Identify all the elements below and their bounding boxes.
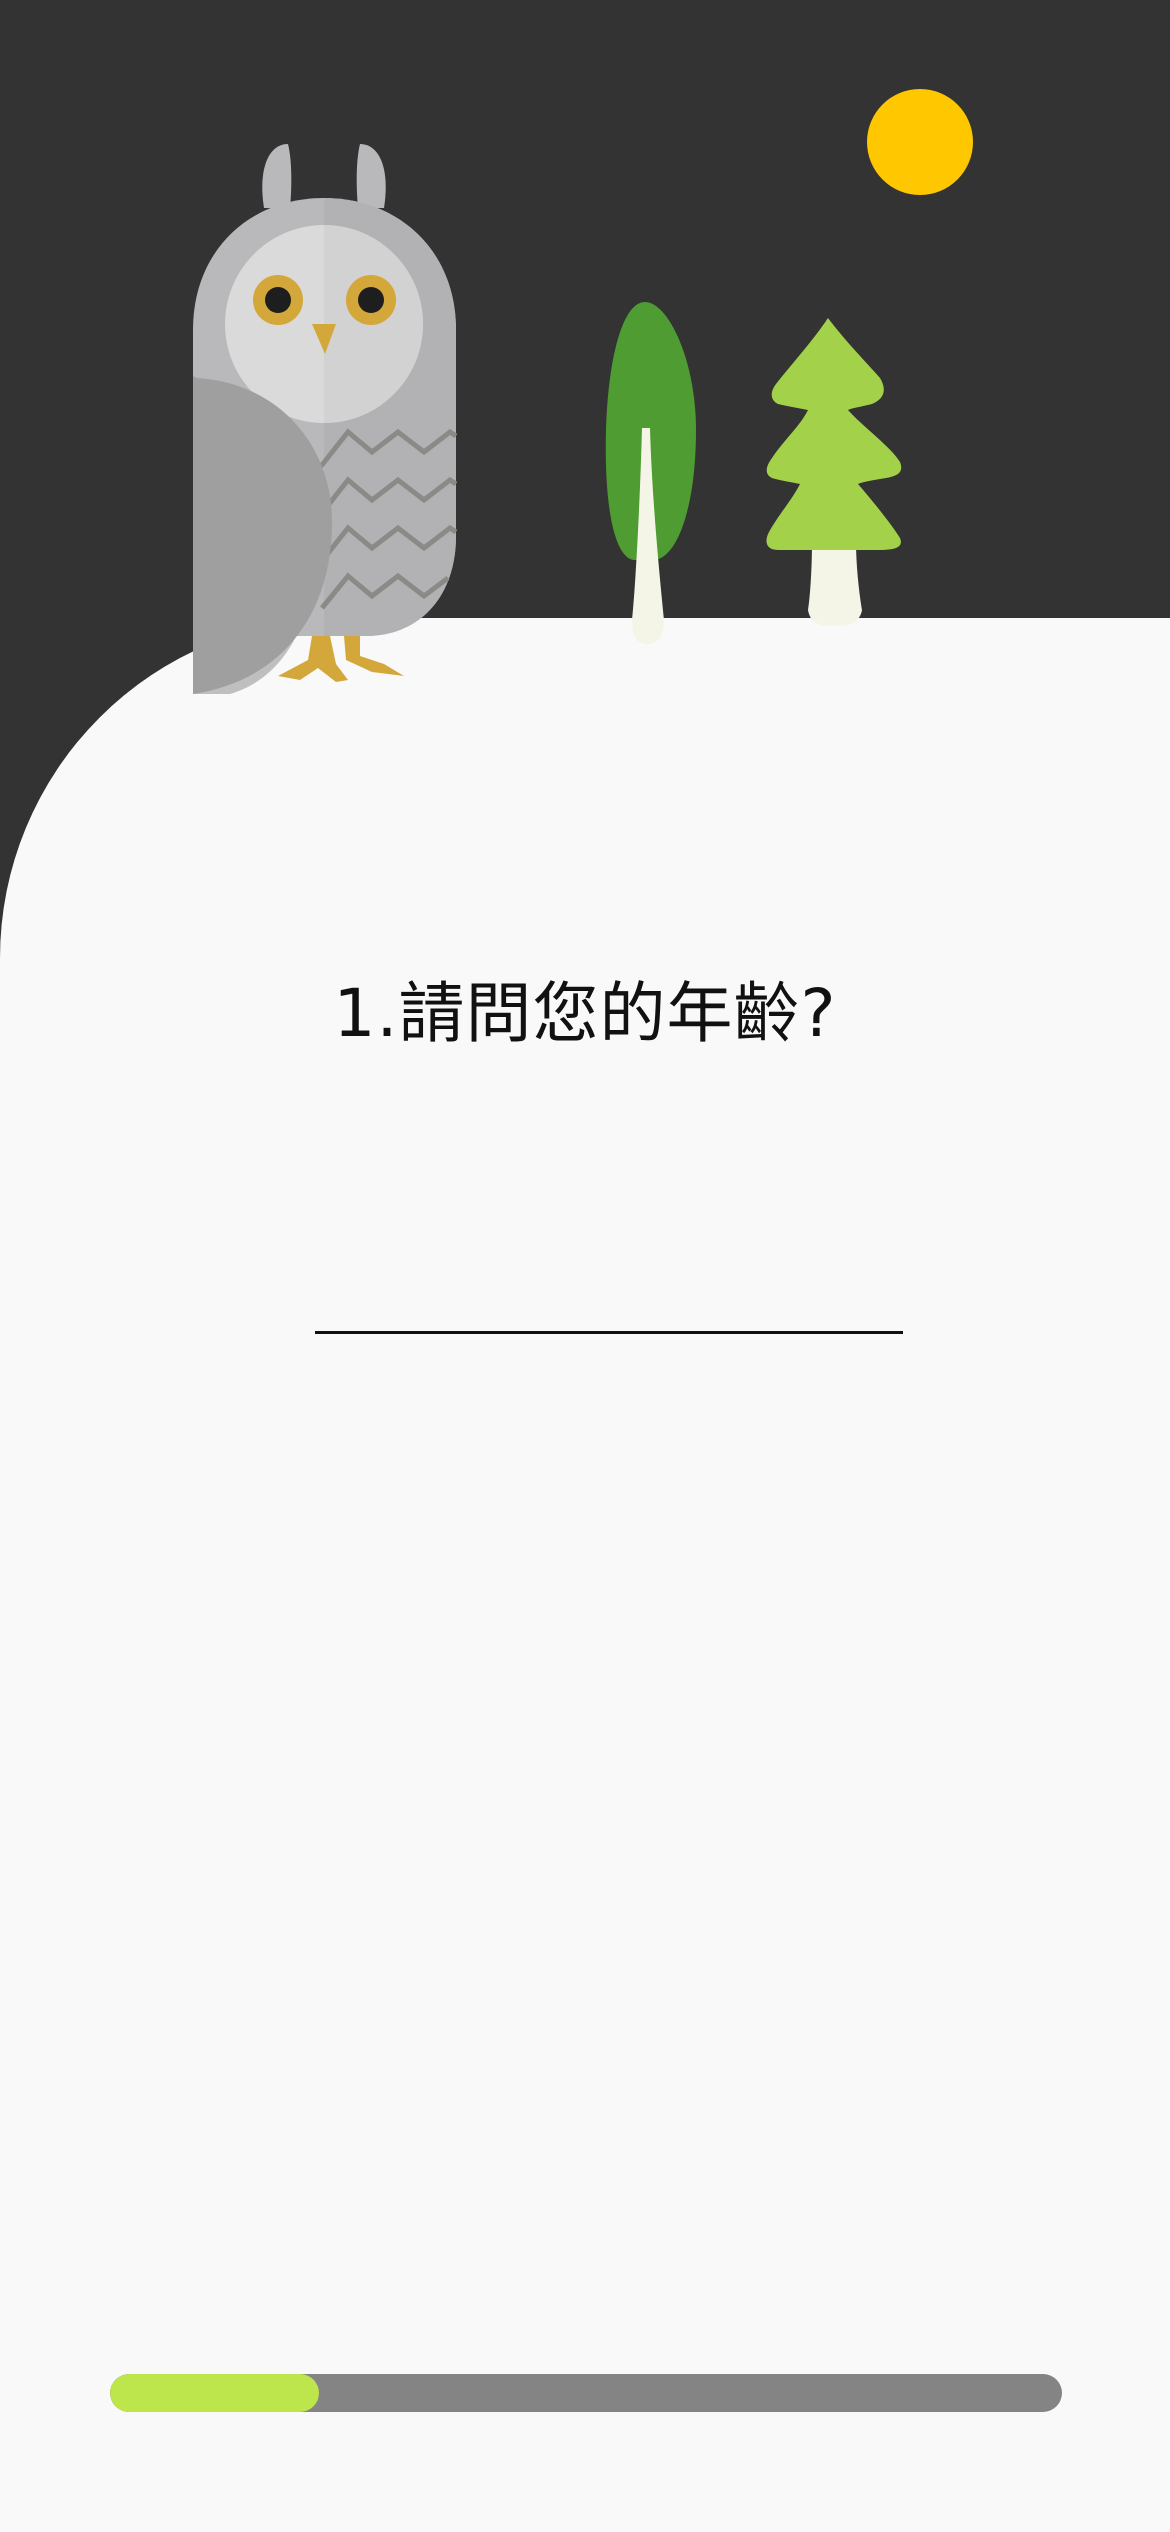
night-sky: [0, 0, 1170, 958]
progress-bar: [110, 2374, 1062, 2412]
header-illustration: [0, 0, 1170, 1000]
progress-fill: [110, 2374, 320, 2412]
age-input[interactable]: [315, 1230, 903, 1334]
survey-screen: 1.請問您的年齡?: [0, 0, 1170, 2532]
night-scene: [0, 0, 1170, 958]
moon-icon: [867, 89, 973, 195]
question-title: 1.請問您的年齡?: [333, 975, 837, 1052]
